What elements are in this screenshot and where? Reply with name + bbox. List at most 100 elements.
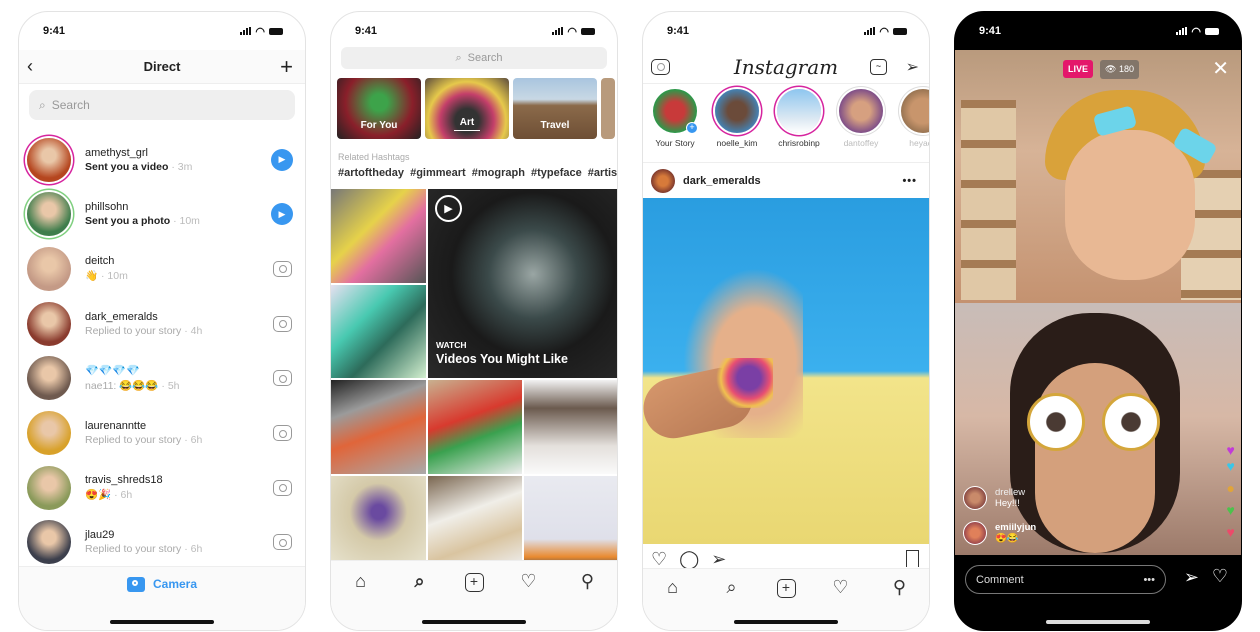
camera-icon [272, 425, 292, 441]
post-image[interactable] [643, 198, 929, 544]
grid-tile[interactable] [331, 285, 426, 378]
search-tab-icon[interactable]: ⌕ [406, 571, 434, 595]
grid-tile[interactable] [331, 380, 426, 474]
comment-input[interactable]: Comment ••• [965, 565, 1166, 594]
explore-search-input[interactable]: ⌕ Search [341, 47, 607, 69]
more-options-icon[interactable]: ••• [1143, 574, 1155, 586]
comment-icon[interactable]: ◯ [679, 549, 699, 570]
story-item[interactable]: dantoffey [838, 89, 884, 148]
save-bookmark-icon[interactable] [906, 550, 919, 567]
story-name: noelle_kim [716, 138, 758, 148]
avatar [777, 89, 821, 133]
post-author-avatar[interactable] [651, 168, 675, 193]
thread-row[interactable]: phillsohn Sent you a photo · 10m ▶ [19, 187, 305, 242]
thread-text: amethyst_grl Sent you a video · 3m [85, 147, 271, 173]
add-post-icon[interactable]: + [776, 579, 796, 598]
grid-tile[interactable] [428, 476, 522, 566]
thread-name: laurenanntte [85, 420, 147, 432]
post-author[interactable]: dark_emeralds [683, 175, 761, 187]
thread-name: travis_shreds18 [85, 474, 163, 487]
add-story-icon[interactable]: + [686, 122, 698, 134]
direct-screen: 9:41 ◠ ‹ Direct + ⌕ Search amethyst_grl Se… [18, 11, 306, 631]
thread-row[interactable]: travis_shreds18 😍🎉 · 6h [19, 460, 305, 515]
hashtag-list[interactable]: #artoftheday #gimmeart #mograph #typefac… [338, 167, 617, 179]
profile-icon[interactable]: ⚲ [886, 577, 914, 601]
thread-row[interactable]: jlau29 Replied to your story · 6h [19, 515, 305, 570]
battery-icon [1205, 27, 1219, 35]
status-time: 9:41 [43, 25, 66, 37]
topic-art[interactable]: Art [425, 78, 509, 139]
play-icon[interactable]: ▶ [271, 148, 293, 171]
thread-row[interactable]: dark_emeralds Replied to your story · 4h [19, 296, 305, 351]
thread-row[interactable]: amethyst_grl Sent you a video · 3m ▶ [19, 132, 305, 187]
camera-reply-button[interactable] [271, 313, 293, 335]
story-your-story[interactable]: + Your Story [652, 89, 698, 148]
camera-reply-button[interactable] [271, 531, 293, 553]
thread-subtitle: Replied to your story · 4h [85, 325, 271, 337]
home-tab-icon[interactable]: ⌂ [659, 577, 687, 601]
camera-reply-button[interactable] [271, 477, 293, 499]
signal-icon [864, 27, 876, 35]
signal-icon [552, 27, 564, 35]
home-indicator [734, 620, 838, 624]
topic-travel[interactable]: Travel [513, 78, 597, 139]
like-icon[interactable]: ♡ [651, 549, 667, 570]
home-tab-icon[interactable]: ⌂ [347, 571, 375, 595]
bookshelf [961, 100, 1016, 300]
thread-row[interactable]: deitch 👋 · 10m [19, 241, 305, 296]
topic-label: Travel [540, 120, 570, 131]
camera-reply-button[interactable] [271, 258, 293, 280]
back-icon[interactable]: ‹ [27, 56, 33, 77]
story-name: chrisrobinp [778, 138, 820, 148]
home-indicator [422, 620, 526, 624]
grid-tile[interactable] [331, 189, 426, 283]
story-item[interactable]: noelle_kim [714, 89, 760, 148]
battery-icon [893, 27, 907, 35]
thread-subtitle: nae11: 😂😂😂 · 5h [85, 379, 271, 392]
search-placeholder: Search [467, 52, 503, 64]
avatar [27, 246, 71, 291]
thread-row[interactable]: 💎💎💎💎 nae11: 😂😂😂 · 5h [19, 351, 305, 406]
play-icon[interactable]: ▶ [271, 203, 293, 226]
camera-icon[interactable] [651, 58, 670, 75]
story-item[interactable]: chrisrobinp [776, 89, 822, 148]
avatar [839, 89, 883, 133]
stories-tray: + Your Story noelle_kim chrisrobinp dant… [643, 89, 929, 148]
topic-more[interactable] [601, 78, 615, 139]
thread-subtitle: Replied to your story · 6h [85, 434, 271, 446]
story-item[interactable]: heyach [900, 89, 929, 148]
send-icon[interactable]: ➢ [1184, 567, 1199, 588]
search-input[interactable]: ⌕ Search [29, 90, 295, 120]
thread-message: 😍🎉 [85, 489, 112, 502]
thread-message: Sent you a photo [85, 215, 171, 228]
video-tile[interactable]: ▶ WATCH Videos You Might Like [428, 189, 617, 378]
wifi-icon: ◠ [1191, 25, 1201, 38]
activity-heart-icon[interactable]: ♡ [515, 571, 543, 595]
thread-row[interactable]: laurenanntte Replied to your story · 6h [19, 406, 305, 461]
viewer-count: 👁 180 [1100, 60, 1139, 79]
activity-heart-icon[interactable]: ♡ [827, 577, 855, 601]
grid-tile[interactable] [524, 476, 617, 566]
camera-reply-button[interactable] [271, 422, 293, 444]
explore-grid: ▶ WATCH Videos You Might Like [331, 189, 617, 566]
igtv-icon[interactable]: ~ [870, 58, 887, 75]
status-bar: 9:41 ◠ [19, 12, 305, 50]
topic-for-you[interactable]: For You [337, 78, 421, 139]
share-icon[interactable]: ➢ [711, 549, 726, 570]
status-bar: 9:41 ◠ [955, 12, 1241, 50]
like-icon[interactable]: ♡ [1212, 566, 1228, 587]
grid-tile[interactable] [428, 380, 522, 474]
avatar [963, 521, 987, 545]
add-post-icon[interactable]: + [464, 573, 484, 592]
close-icon[interactable]: ✕ [1212, 56, 1229, 81]
grid-tile[interactable] [524, 380, 617, 474]
more-options-icon[interactable]: ••• [902, 175, 917, 187]
profile-icon[interactable]: ⚲ [574, 571, 602, 595]
search-icon: ⌕ [39, 97, 46, 112]
search-tab-icon[interactable]: ⌕ [718, 577, 746, 601]
direct-send-icon[interactable]: ➢ [906, 57, 919, 77]
camera-reply-button[interactable] [271, 367, 293, 389]
grid-tile[interactable] [331, 476, 426, 566]
new-message-icon[interactable]: + [280, 54, 293, 80]
avatar [963, 486, 987, 510]
